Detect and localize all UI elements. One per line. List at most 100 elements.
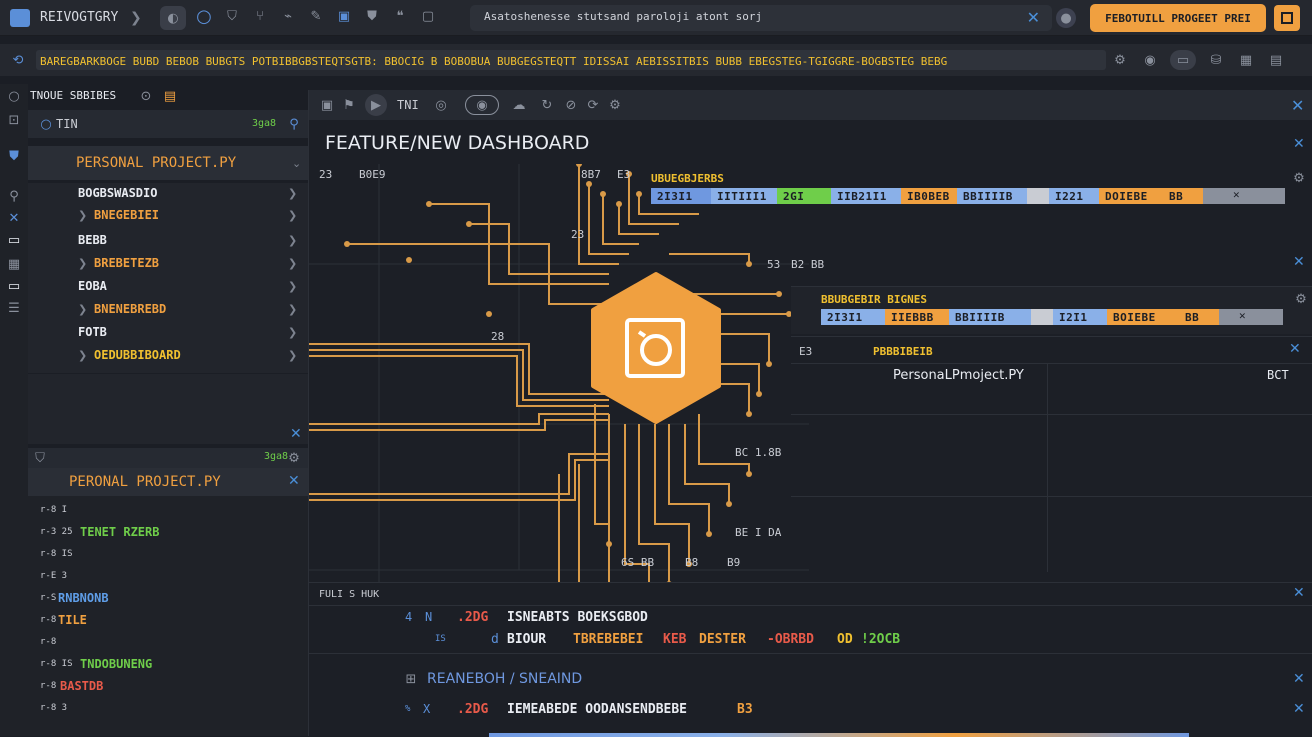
link-icon[interactable]: ⊘ — [561, 95, 581, 115]
camera-icon[interactable]: ▣ — [317, 95, 337, 115]
user-icon[interactable]: ● — [1056, 8, 1076, 28]
tree-item[interactable]: ❯ BREBETEZB ❯ — [28, 253, 308, 275]
sync-icon[interactable]: ⟳ — [583, 95, 603, 115]
tree-item[interactable]: EOBA ❯ — [28, 276, 308, 298]
commit-glyph: IS — [435, 634, 446, 644]
list-item[interactable]: r-E 3 — [28, 566, 308, 588]
settings-icon[interactable]: ⚙ — [605, 95, 625, 115]
branch-icon[interactable]: ⑂ — [250, 6, 270, 26]
close-icon[interactable]: ✕ — [1293, 136, 1305, 152]
menu-button[interactable] — [1274, 5, 1300, 31]
avatar-icon[interactable]: ◐ — [160, 6, 186, 30]
close-icon[interactable]: ✕ — [1293, 585, 1305, 601]
tree-item[interactable]: ❯ BNENEBREBD ❯ — [28, 299, 308, 321]
bookmark-icon[interactable]: ⛊ — [362, 6, 382, 26]
git-icon[interactable]: ⟲ — [8, 50, 28, 70]
grid-line — [1047, 364, 1048, 572]
file-name[interactable]: PersonaLPmoject.PY — [893, 368, 1024, 383]
chevron-right-icon: ❯ — [288, 326, 298, 339]
commit-row[interactable]: 4 N .2DG ISNEABTS BOEKSGBOD — [309, 607, 1312, 629]
chevron-right-icon[interactable]: ❯ — [130, 10, 142, 26]
toggle-icon[interactable]: ◉ — [465, 95, 499, 115]
pen-icon[interactable]: ✎ — [306, 6, 326, 26]
close-icon[interactable]: ✕ — [1239, 309, 1246, 322]
cloud-icon[interactable]: ☁ — [509, 95, 529, 115]
close-icon[interactable]: ✕ — [1293, 671, 1305, 687]
list-item[interactable]: r-8 3 — [28, 698, 308, 720]
list-label: BASTDB — [60, 679, 104, 693]
close-icon[interactable]: ✕ — [1293, 701, 1305, 717]
toolbar-track: BAREGBARKBOGE BUBD BEBOB BUBGTS POTBIBBG… — [36, 50, 1106, 70]
window-icon[interactable]: ▢ — [418, 6, 438, 26]
eye-icon[interactable]: ◎ — [431, 95, 451, 115]
database-icon[interactable]: ⛁ — [1206, 50, 1226, 70]
tree-item[interactable]: FOTB ❯ — [28, 322, 308, 344]
cta-button[interactable]: FEBOTUILL PROGEET PREI — [1090, 4, 1266, 32]
chevron-right-icon: ❯ — [288, 187, 298, 200]
grid-line — [791, 414, 1312, 415]
tree-item[interactable]: BEBB ❯ — [28, 230, 308, 252]
pin-icon[interactable]: ⚲ — [284, 114, 304, 134]
close-icon[interactable]: ✕ — [290, 426, 302, 442]
commits-divider — [309, 605, 1312, 606]
commit-part: DESTER — [699, 632, 746, 647]
circle-icon[interactable]: ○ — [194, 6, 214, 27]
commit-part: KEB — [663, 632, 687, 647]
close-search-icon[interactable]: ✕ — [1027, 8, 1040, 27]
close-icon[interactable]: ✕ — [288, 473, 300, 489]
list-item[interactable]: r-8 — [28, 632, 308, 654]
chevron-right-icon: ❯ — [78, 349, 88, 362]
search-box[interactable]: Asatoshenesse stutsand paroloji atont so… — [470, 5, 1052, 31]
list-item[interactable]: r-8 I — [28, 500, 308, 522]
list-label: TENET RZERB — [80, 525, 160, 539]
chevron-down-icon[interactable]: ⌄ — [292, 157, 301, 170]
grid-icon[interactable]: ▦ — [1236, 50, 1256, 70]
section-row[interactable]: ○ TIN 3ga8 ⚲ — [28, 110, 308, 138]
settings-icon[interactable]: ⚙ — [1110, 50, 1130, 70]
tree-item[interactable]: ❯ OEDUBBIBOARD ❯ — [28, 345, 308, 367]
commit-message: ISNEABTS BOEKSGBOD — [507, 610, 648, 625]
shield-icon: ⛉ — [35, 450, 45, 466]
close-icon[interactable]: ✕ — [1289, 341, 1301, 357]
tab-label[interactable]: TNI — [397, 98, 419, 112]
tree-label: BNENEBREBD — [94, 302, 167, 316]
toggle-icon[interactable]: ⊙ — [136, 86, 156, 106]
commit-row[interactable]: % X .2DG IEMEABEDE OODANSENDBEBE B3 ✕ — [309, 699, 1312, 721]
branch-row[interactable]: ⊞ REANEBOH / SNEAIND ✕ — [309, 667, 1312, 691]
settings-icon[interactable]: ⚙ — [1289, 168, 1309, 188]
list-item[interactable]: r-S RNBNONB — [28, 588, 308, 610]
play-icon[interactable]: ▶ — [365, 94, 387, 116]
refresh-icon[interactable]: ↻ — [537, 95, 557, 115]
settings-icon[interactable]: ⚙ — [284, 448, 304, 468]
color-strip — [489, 733, 1189, 737]
list-label: TILE — [58, 613, 87, 627]
layout-icon[interactable]: ▤ — [1266, 50, 1286, 70]
shield-icon[interactable]: ⛉ — [222, 6, 242, 26]
list-item[interactable]: r-8 BASTDB — [28, 676, 308, 698]
commit-row[interactable]: IS d BIOUR TBREBEBEI KEB DESTER -OBRBD O… — [309, 629, 1312, 651]
list-prefix: r-E 3 — [40, 571, 68, 581]
strip-seg: BB — [1163, 188, 1203, 204]
settings-icon[interactable]: ⚙ — [1291, 289, 1311, 309]
close-icon[interactable]: ✕ — [1291, 96, 1304, 115]
project-row[interactable]: PERSONAL PROJECT.PY ⌄ — [28, 146, 308, 180]
list-item[interactable]: r-8 IS TNDOBUNENG — [28, 654, 308, 676]
list-item[interactable]: r-8 TILE — [28, 610, 308, 632]
list-item[interactable]: r-3 25 TENET RZERB — [28, 522, 308, 544]
mic-icon[interactable]: ◉ — [1140, 50, 1160, 70]
pin-icon[interactable]: ⚑ — [339, 95, 359, 115]
circle-icon[interactable]: ○ — [4, 86, 24, 106]
tree-item[interactable]: BOGBSWASDIO ❯ — [28, 183, 308, 205]
file-panel-title-row[interactable]: PERONAL PROJECT.PY ✕ — [28, 468, 308, 496]
list-item[interactable]: r-8 IS — [28, 544, 308, 566]
tree-item[interactable]: ❯ BNEGEBIEI ❯ — [28, 205, 308, 227]
chevron-right-icon: ❯ — [78, 257, 88, 270]
link-icon[interactable]: ⌁ — [278, 6, 298, 26]
close-icon[interactable]: ✕ — [1233, 188, 1240, 201]
pause-icon[interactable]: ▭ — [1170, 50, 1196, 70]
close-icon[interactable]: ✕ — [1293, 254, 1305, 270]
quote-icon[interactable]: ❝ — [390, 6, 410, 26]
folder-icon[interactable]: ▤ — [160, 86, 180, 106]
circuit-label: 28 — [491, 330, 505, 343]
file-icon[interactable]: ▣ — [334, 6, 354, 26]
